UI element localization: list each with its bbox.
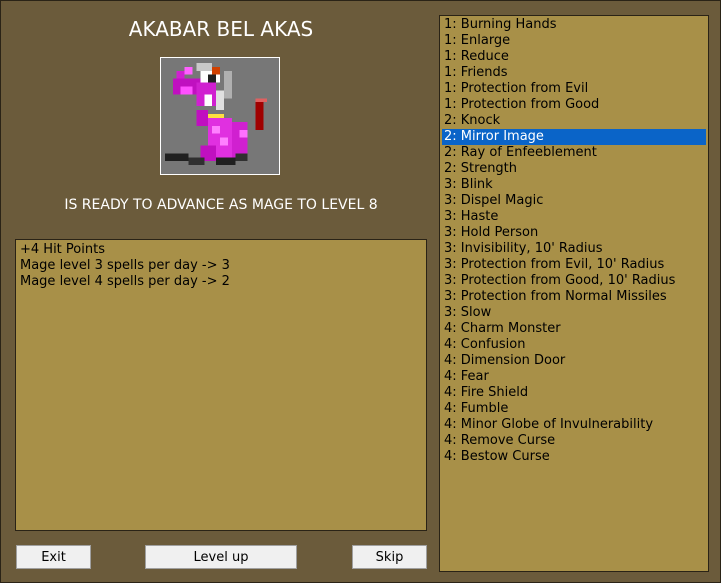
level-up-button[interactable]: Level up xyxy=(145,545,297,569)
advance-message: IS READY TO ADVANCE AS MAGE TO LEVEL 8 xyxy=(64,197,378,213)
spell-item[interactable]: 3: Slow xyxy=(442,305,706,321)
spell-item-selected[interactable]: 2: Mirror Image xyxy=(442,129,706,145)
level-up-window: AKABAR BEL AKAS IS READY TO ADVANCE AS M… xyxy=(0,0,721,583)
spell-item[interactable]: 1: Enlarge xyxy=(442,33,706,49)
spell-item[interactable]: 3: Blink xyxy=(442,177,706,193)
spell-item[interactable]: 4: Minor Globe of Invulnerability xyxy=(442,417,706,433)
spell-item[interactable]: 2: Strength xyxy=(442,161,706,177)
spell-item[interactable]: 3: Invisibility, 10' Radius xyxy=(442,241,706,257)
spell-item[interactable]: 3: Protection from Good, 10' Radius xyxy=(442,273,706,289)
spell-item[interactable]: 4: Charm Monster xyxy=(442,321,706,337)
skip-button[interactable]: Skip xyxy=(352,545,427,569)
spell-item[interactable]: 1: Burning Hands xyxy=(442,17,706,33)
spell-list[interactable]: 1: Burning Hands 1: Enlarge 1: Reduce 1:… xyxy=(439,15,709,572)
spell-item[interactable]: 4: Fire Shield xyxy=(442,385,706,401)
level-gains-panel: +4 Hit Points Mage level 3 spells per da… xyxy=(15,239,427,531)
spell-item[interactable]: 1: Protection from Evil xyxy=(442,81,706,97)
spell-item[interactable]: 3: Protection from Evil, 10' Radius xyxy=(442,257,706,273)
mage-portrait-icon xyxy=(160,57,280,175)
spell-item[interactable]: 1: Reduce xyxy=(442,49,706,65)
spell-item[interactable]: 3: Dispel Magic xyxy=(442,193,706,209)
spell-item[interactable]: 3: Protection from Normal Missiles xyxy=(442,289,706,305)
spell-item[interactable]: 2: Knock xyxy=(442,113,706,129)
character-name: AKABAR BEL AKAS xyxy=(128,17,314,41)
info-line: Mage level 3 spells per day -> 3 xyxy=(20,258,230,273)
exit-button[interactable]: Exit xyxy=(16,545,91,569)
info-line: +4 Hit Points xyxy=(20,242,105,257)
spell-item[interactable]: 3: Haste xyxy=(442,209,706,225)
spell-item[interactable]: 4: Fear xyxy=(442,369,706,385)
spell-item[interactable]: 4: Confusion xyxy=(442,337,706,353)
spell-item[interactable]: 4: Fumble xyxy=(442,401,706,417)
spell-item[interactable]: 4: Bestow Curse xyxy=(442,449,706,465)
spell-item[interactable]: 1: Friends xyxy=(442,65,706,81)
spell-item[interactable]: 1: Protection from Good xyxy=(442,97,706,113)
spell-item[interactable]: 4: Dimension Door xyxy=(442,353,706,369)
info-line: Mage level 4 spells per day -> 2 xyxy=(20,274,230,289)
spell-item[interactable]: 3: Hold Person xyxy=(442,225,706,241)
spell-item[interactable]: 2: Ray of Enfeeblement xyxy=(442,145,706,161)
spell-item[interactable]: 4: Remove Curse xyxy=(442,433,706,449)
